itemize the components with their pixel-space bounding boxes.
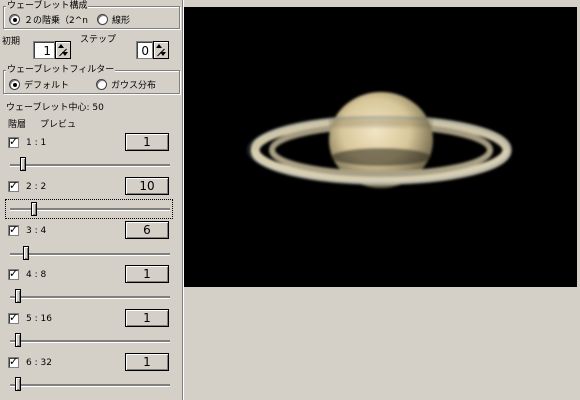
layer-3-slider-track[interactable] — [10, 253, 170, 256]
radio-linear-dot[interactable] — [97, 14, 108, 25]
wavelet-config-legend: ウェーブレット構成 — [6, 1, 89, 11]
layer-6-label: 6 : 32 — [26, 358, 52, 368]
wavelet-center-label: ウェーブレット中心: 50 — [6, 103, 104, 113]
layer-1-checkbox[interactable] — [8, 135, 19, 148]
radio-gauss-dot[interactable] — [96, 79, 107, 90]
layer-4-label: 4 : 8 — [26, 270, 47, 280]
layer-5-label: 5 : 16 — [26, 314, 52, 324]
layer-1-slider-thumb[interactable] — [19, 157, 26, 171]
planet-image — [247, 92, 512, 188]
radio-default[interactable]: デフォルト — [9, 78, 69, 91]
layer-5-slider-thumb[interactable] — [15, 333, 21, 347]
radio-2level-dot[interactable] — [9, 14, 20, 25]
radio-2level[interactable]: ２の階乗（2^n — [9, 13, 88, 26]
step-label: ステップ — [80, 35, 117, 45]
layer-2-slider-thumb[interactable] — [31, 202, 37, 216]
layer-3-value-button[interactable]: 6 — [125, 221, 169, 239]
layer-1-slider-track[interactable] — [10, 164, 170, 167]
radio-gauss[interactable]: ガウス分布 — [96, 78, 156, 91]
layer-1-value-button[interactable]: 1 — [125, 133, 169, 151]
layer-4-slider-track[interactable] — [10, 296, 170, 299]
layer-3-label: 3 : 4 — [26, 226, 47, 236]
initial-label: 初期 — [2, 37, 21, 47]
radio-gauss-label: ガウス分布 — [111, 81, 157, 91]
layer-6-value-button[interactable]: 1 — [125, 353, 169, 371]
radio-linear-label: 線形 — [112, 16, 131, 26]
image-preview — [184, 7, 577, 287]
layer-2-label: 2 : 2 — [26, 182, 47, 192]
layer-1-label: 1 : 1 — [26, 138, 47, 148]
step-spin-button[interactable] — [153, 41, 169, 59]
initial-value[interactable]: 1 — [33, 41, 55, 59]
initial-spin-button[interactable] — [55, 41, 71, 59]
layer-3-checkbox[interactable] — [8, 223, 19, 236]
layer-4-checkbox[interactable] — [8, 267, 19, 280]
layer-4-slider-thumb[interactable] — [15, 289, 21, 303]
layer-5-slider-track[interactable] — [10, 340, 170, 343]
wavelet-settings-panel: ウェーブレット構成 ２の階乗（2^n 線形 初期 1 ステップ 0 ウェーブレッ… — [0, 0, 182, 400]
layer-6-slider-track[interactable] — [10, 384, 170, 387]
layer-6-checkbox[interactable] — [8, 355, 19, 368]
step-value[interactable]: 0 — [136, 41, 153, 59]
step-spinner[interactable]: 0 — [136, 41, 169, 59]
layer-6-slider-thumb[interactable] — [15, 377, 21, 391]
radio-default-dot[interactable] — [9, 79, 20, 90]
initial-spinner[interactable]: 1 — [33, 41, 71, 59]
radio-linear[interactable]: 線形 — [97, 13, 130, 26]
preview-header: プレビュ — [40, 120, 77, 130]
layer-5-checkbox[interactable] — [8, 311, 19, 324]
level-header: 階層 — [8, 120, 27, 130]
layer-2-value-button[interactable]: 10 — [125, 177, 169, 195]
layer-5-value-button[interactable]: 1 — [125, 309, 169, 327]
layer-4-value-button[interactable]: 1 — [125, 265, 169, 283]
layer-3-slider-thumb[interactable] — [23, 246, 29, 260]
wavelet-filter-legend: ウェーブレットフィルター — [6, 65, 116, 75]
radio-default-label: デフォルト — [24, 81, 70, 91]
layer-2-checkbox[interactable] — [8, 179, 19, 192]
radio-2level-label: ２の階乗（2^n — [24, 16, 88, 26]
